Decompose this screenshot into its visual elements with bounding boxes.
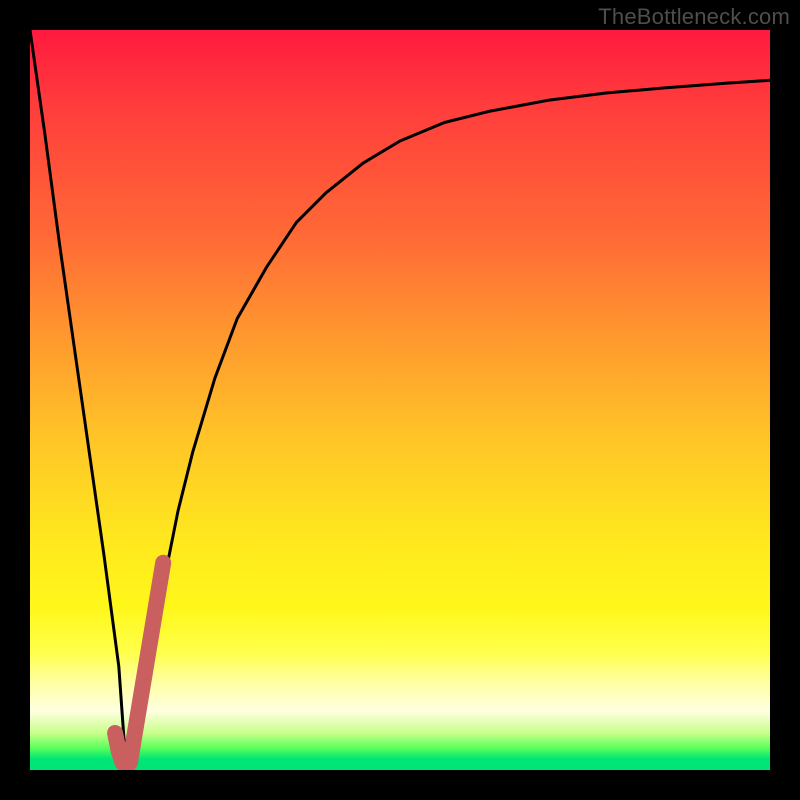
chart-frame: TheBottleneck.com — [0, 0, 800, 800]
highlight-segment — [115, 563, 163, 767]
curves-layer — [30, 30, 770, 770]
watermark-text: TheBottleneck.com — [598, 4, 790, 30]
plot-area — [30, 30, 770, 770]
